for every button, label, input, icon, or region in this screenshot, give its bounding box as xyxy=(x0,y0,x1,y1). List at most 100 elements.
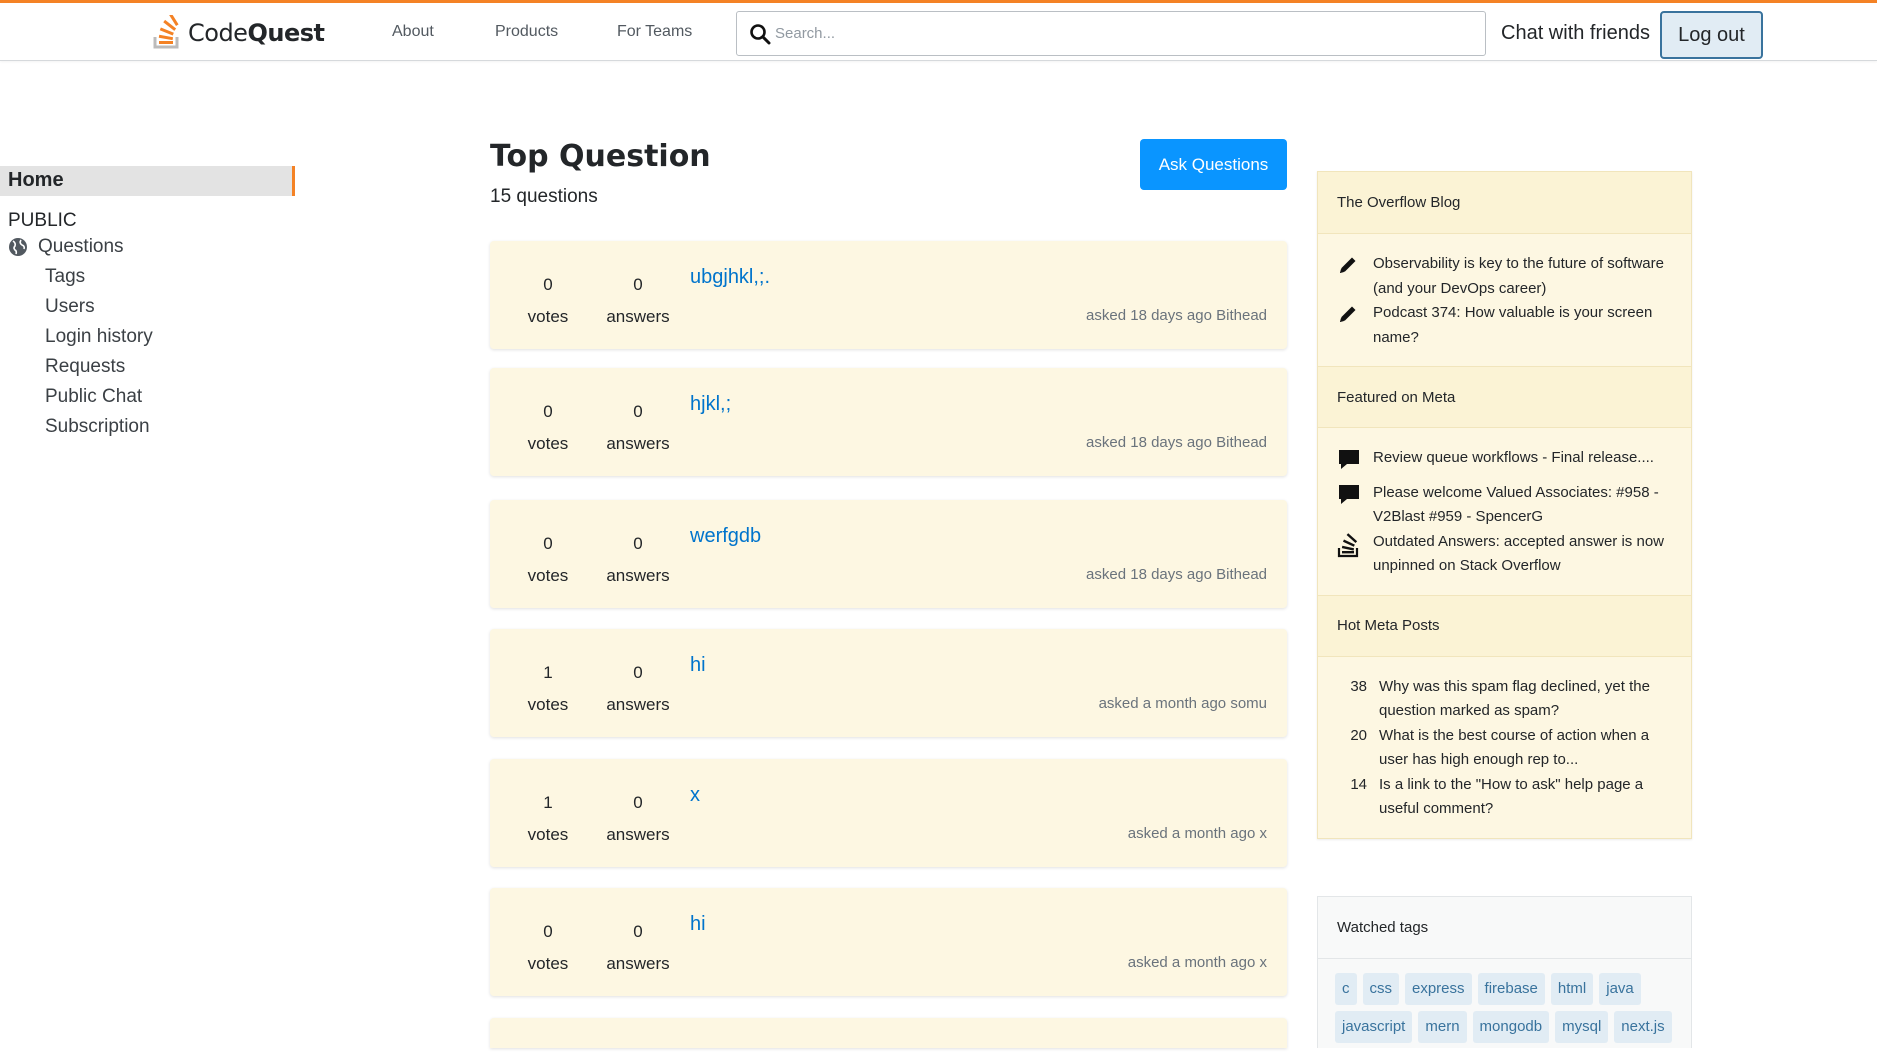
sidebar-item-login-history[interactable]: Login history xyxy=(0,322,295,352)
comment-icon xyxy=(1337,481,1361,530)
question-meta: asked a month ago x xyxy=(1127,954,1267,971)
vote-count: 0 votes xyxy=(527,922,569,973)
question-card[interactable]: 0 votes 0 answers werfgdb asked 18 days ag… xyxy=(490,500,1287,608)
nav-for-teams[interactable]: For Teams xyxy=(617,23,692,41)
watched-tags-header: Watched tags xyxy=(1318,897,1691,959)
pencil-icon xyxy=(1337,252,1361,301)
sidebar-widget: The Overflow Blog Observability is key t… xyxy=(1317,171,1692,839)
hot-post-text: Is a link to the "How to ask" help page … xyxy=(1379,775,1644,818)
question-card[interactable]: 0 votes 0 answers hi asked a month ago x xyxy=(490,888,1287,996)
answer-count: 0 answers xyxy=(606,402,670,453)
logo-text: CodeQuest xyxy=(188,19,325,47)
widget-body-blog: Observability is key to the future of so… xyxy=(1318,234,1691,366)
globe-icon xyxy=(9,238,27,256)
tag-c[interactable]: c xyxy=(1335,973,1357,1005)
sidebar-item-requests[interactable]: Requests xyxy=(0,352,295,382)
meta-item[interactable]: Outdated Answers: accepted answer is now… xyxy=(1337,530,1672,579)
question-card[interactable] xyxy=(490,1018,1287,1048)
answer-count: 0 answers xyxy=(606,534,670,585)
widget-body-meta: Review queue workflows - Final release..… xyxy=(1318,428,1691,595)
widget-header-meta: Featured on Meta xyxy=(1318,366,1691,428)
blog-item[interactable]: Podcast 374: How valuable is your screen… xyxy=(1337,301,1672,350)
meta-item-text: Outdated Answers: accepted answer is now… xyxy=(1373,532,1664,575)
blog-item[interactable]: Observability is key to the future of so… xyxy=(1337,252,1672,301)
question-card[interactable]: 1 votes 0 answers hi asked a month ago som… xyxy=(490,629,1287,737)
hot-post-count: 14 xyxy=(1350,775,1367,793)
meta-item-text: Review queue workflows - Final release..… xyxy=(1373,449,1654,466)
question-title-link[interactable]: hi xyxy=(690,913,706,936)
pencil-icon xyxy=(1337,301,1361,350)
tag-firebase[interactable]: firebase xyxy=(1477,973,1545,1005)
blog-item-text: Podcast 374: How valuable is your screen… xyxy=(1373,304,1653,346)
left-sidebar: Home PUBLIC Questions Tags Users Login h… xyxy=(0,166,295,442)
sidebar-item-tags[interactable]: Tags xyxy=(0,262,295,292)
answer-count: 0 answers xyxy=(606,793,670,844)
meta-item[interactable]: Please welcome Valued Associates: #958 -… xyxy=(1337,481,1672,530)
question-title-link[interactable]: hjkl,; xyxy=(690,393,731,416)
hot-post-text: Why was this spam flag declined, yet the… xyxy=(1379,677,1650,720)
stack-icon xyxy=(1337,530,1361,579)
tag-mongodb[interactable]: mongodb xyxy=(1472,1011,1550,1043)
vote-count: 0 votes xyxy=(527,402,569,453)
hot-post-count: 38 xyxy=(1350,677,1367,695)
widget-header-blog: The Overflow Blog xyxy=(1318,172,1691,234)
hot-post-item[interactable]: 20 What is the best course of action whe… xyxy=(1337,724,1672,773)
sidebar-item-home[interactable]: Home xyxy=(0,166,295,196)
watched-tags-widget: Watched tags c css express firebase html… xyxy=(1317,896,1692,1048)
answer-count: 0 answers xyxy=(606,275,670,326)
tag-express[interactable]: express xyxy=(1405,973,1472,1005)
sidebar-section-public: PUBLIC xyxy=(8,210,77,231)
vote-count: 1 votes xyxy=(527,663,569,714)
logo[interactable]: CodeQuest xyxy=(152,13,325,53)
top-bar: CodeQuest About Products For Teams Chat … xyxy=(0,0,1877,61)
tag-mern[interactable]: mern xyxy=(1418,1011,1467,1043)
chat-with-friends-link[interactable]: Chat with friends xyxy=(1501,22,1650,45)
logout-button[interactable]: Log out xyxy=(1660,11,1763,59)
search-input[interactable] xyxy=(775,25,1455,42)
tag-java[interactable]: java xyxy=(1599,973,1641,1005)
answer-count: 0 answers xyxy=(606,663,670,714)
search-icon xyxy=(750,23,771,44)
stack-logo-icon xyxy=(153,15,179,49)
meta-item[interactable]: Review queue workflows - Final release..… xyxy=(1337,446,1672,481)
question-meta: asked 18 days ago Bithead xyxy=(1086,434,1267,451)
hot-post-item[interactable]: 38 Why was this spam flag declined, yet … xyxy=(1337,675,1672,724)
comment-icon xyxy=(1337,446,1361,481)
sidebar-item-questions[interactable]: Questions xyxy=(0,232,295,262)
nav-about[interactable]: About xyxy=(392,23,434,41)
tag-javascript[interactable]: javascript xyxy=(1335,1011,1413,1043)
sidebar-item-subscription[interactable]: Subscription xyxy=(0,412,295,442)
tag-list: c css express firebase html java javascr… xyxy=(1318,959,1691,1057)
question-title-link[interactable]: x xyxy=(690,784,700,807)
tag-mysql[interactable]: mysql xyxy=(1555,1011,1609,1043)
question-title-link[interactable]: hi xyxy=(690,654,706,677)
tag-html[interactable]: html xyxy=(1550,973,1594,1005)
question-card[interactable]: 0 votes 0 answers hjkl,; asked 18 days ago… xyxy=(490,368,1287,476)
question-title-link[interactable]: ubgjhkl,;. xyxy=(690,266,770,289)
ask-question-button[interactable]: Ask Questions xyxy=(1140,139,1287,190)
tag-nextjs[interactable]: next.js xyxy=(1614,1011,1672,1043)
search-box xyxy=(736,11,1486,56)
hot-post-text: What is the best course of action when a… xyxy=(1379,726,1650,769)
main-header: Top Question 15 questions Ask Questions xyxy=(490,139,1287,208)
sidebar-item-label: Questions xyxy=(38,236,124,257)
question-meta: asked a month ago x xyxy=(1127,825,1267,842)
widget-header-hot: Hot Meta Posts xyxy=(1318,594,1691,657)
question-card[interactable]: 1 votes 0 answers x asked a month ago x xyxy=(490,759,1287,867)
vote-count: 1 votes xyxy=(527,793,569,844)
question-title-link[interactable]: werfgdb xyxy=(690,525,761,548)
question-card[interactable]: 0 votes 0 answers ubgjhkl,;. asked 18 days… xyxy=(490,241,1287,349)
question-meta: asked 18 days ago Bithead xyxy=(1086,307,1267,324)
nav-products[interactable]: Products xyxy=(495,23,558,41)
tag-css[interactable]: css xyxy=(1362,973,1399,1005)
sidebar-item-public-chat[interactable]: Public Chat xyxy=(0,382,295,412)
sidebar-item-users[interactable]: Users xyxy=(0,292,295,322)
question-meta: asked 18 days ago Bithead xyxy=(1086,566,1267,583)
meta-item-text: Please welcome Valued Associates: #958 -… xyxy=(1373,483,1659,526)
hot-post-item[interactable]: 14 Is a link to the "How to ask" help pa… xyxy=(1337,773,1672,822)
answer-count: 0 answers xyxy=(606,922,670,973)
blog-item-text: Observability is key to the future of so… xyxy=(1373,255,1664,297)
hot-post-count: 20 xyxy=(1350,726,1367,744)
vote-count: 0 votes xyxy=(527,275,569,326)
question-meta: asked a month ago somu xyxy=(1098,695,1267,712)
